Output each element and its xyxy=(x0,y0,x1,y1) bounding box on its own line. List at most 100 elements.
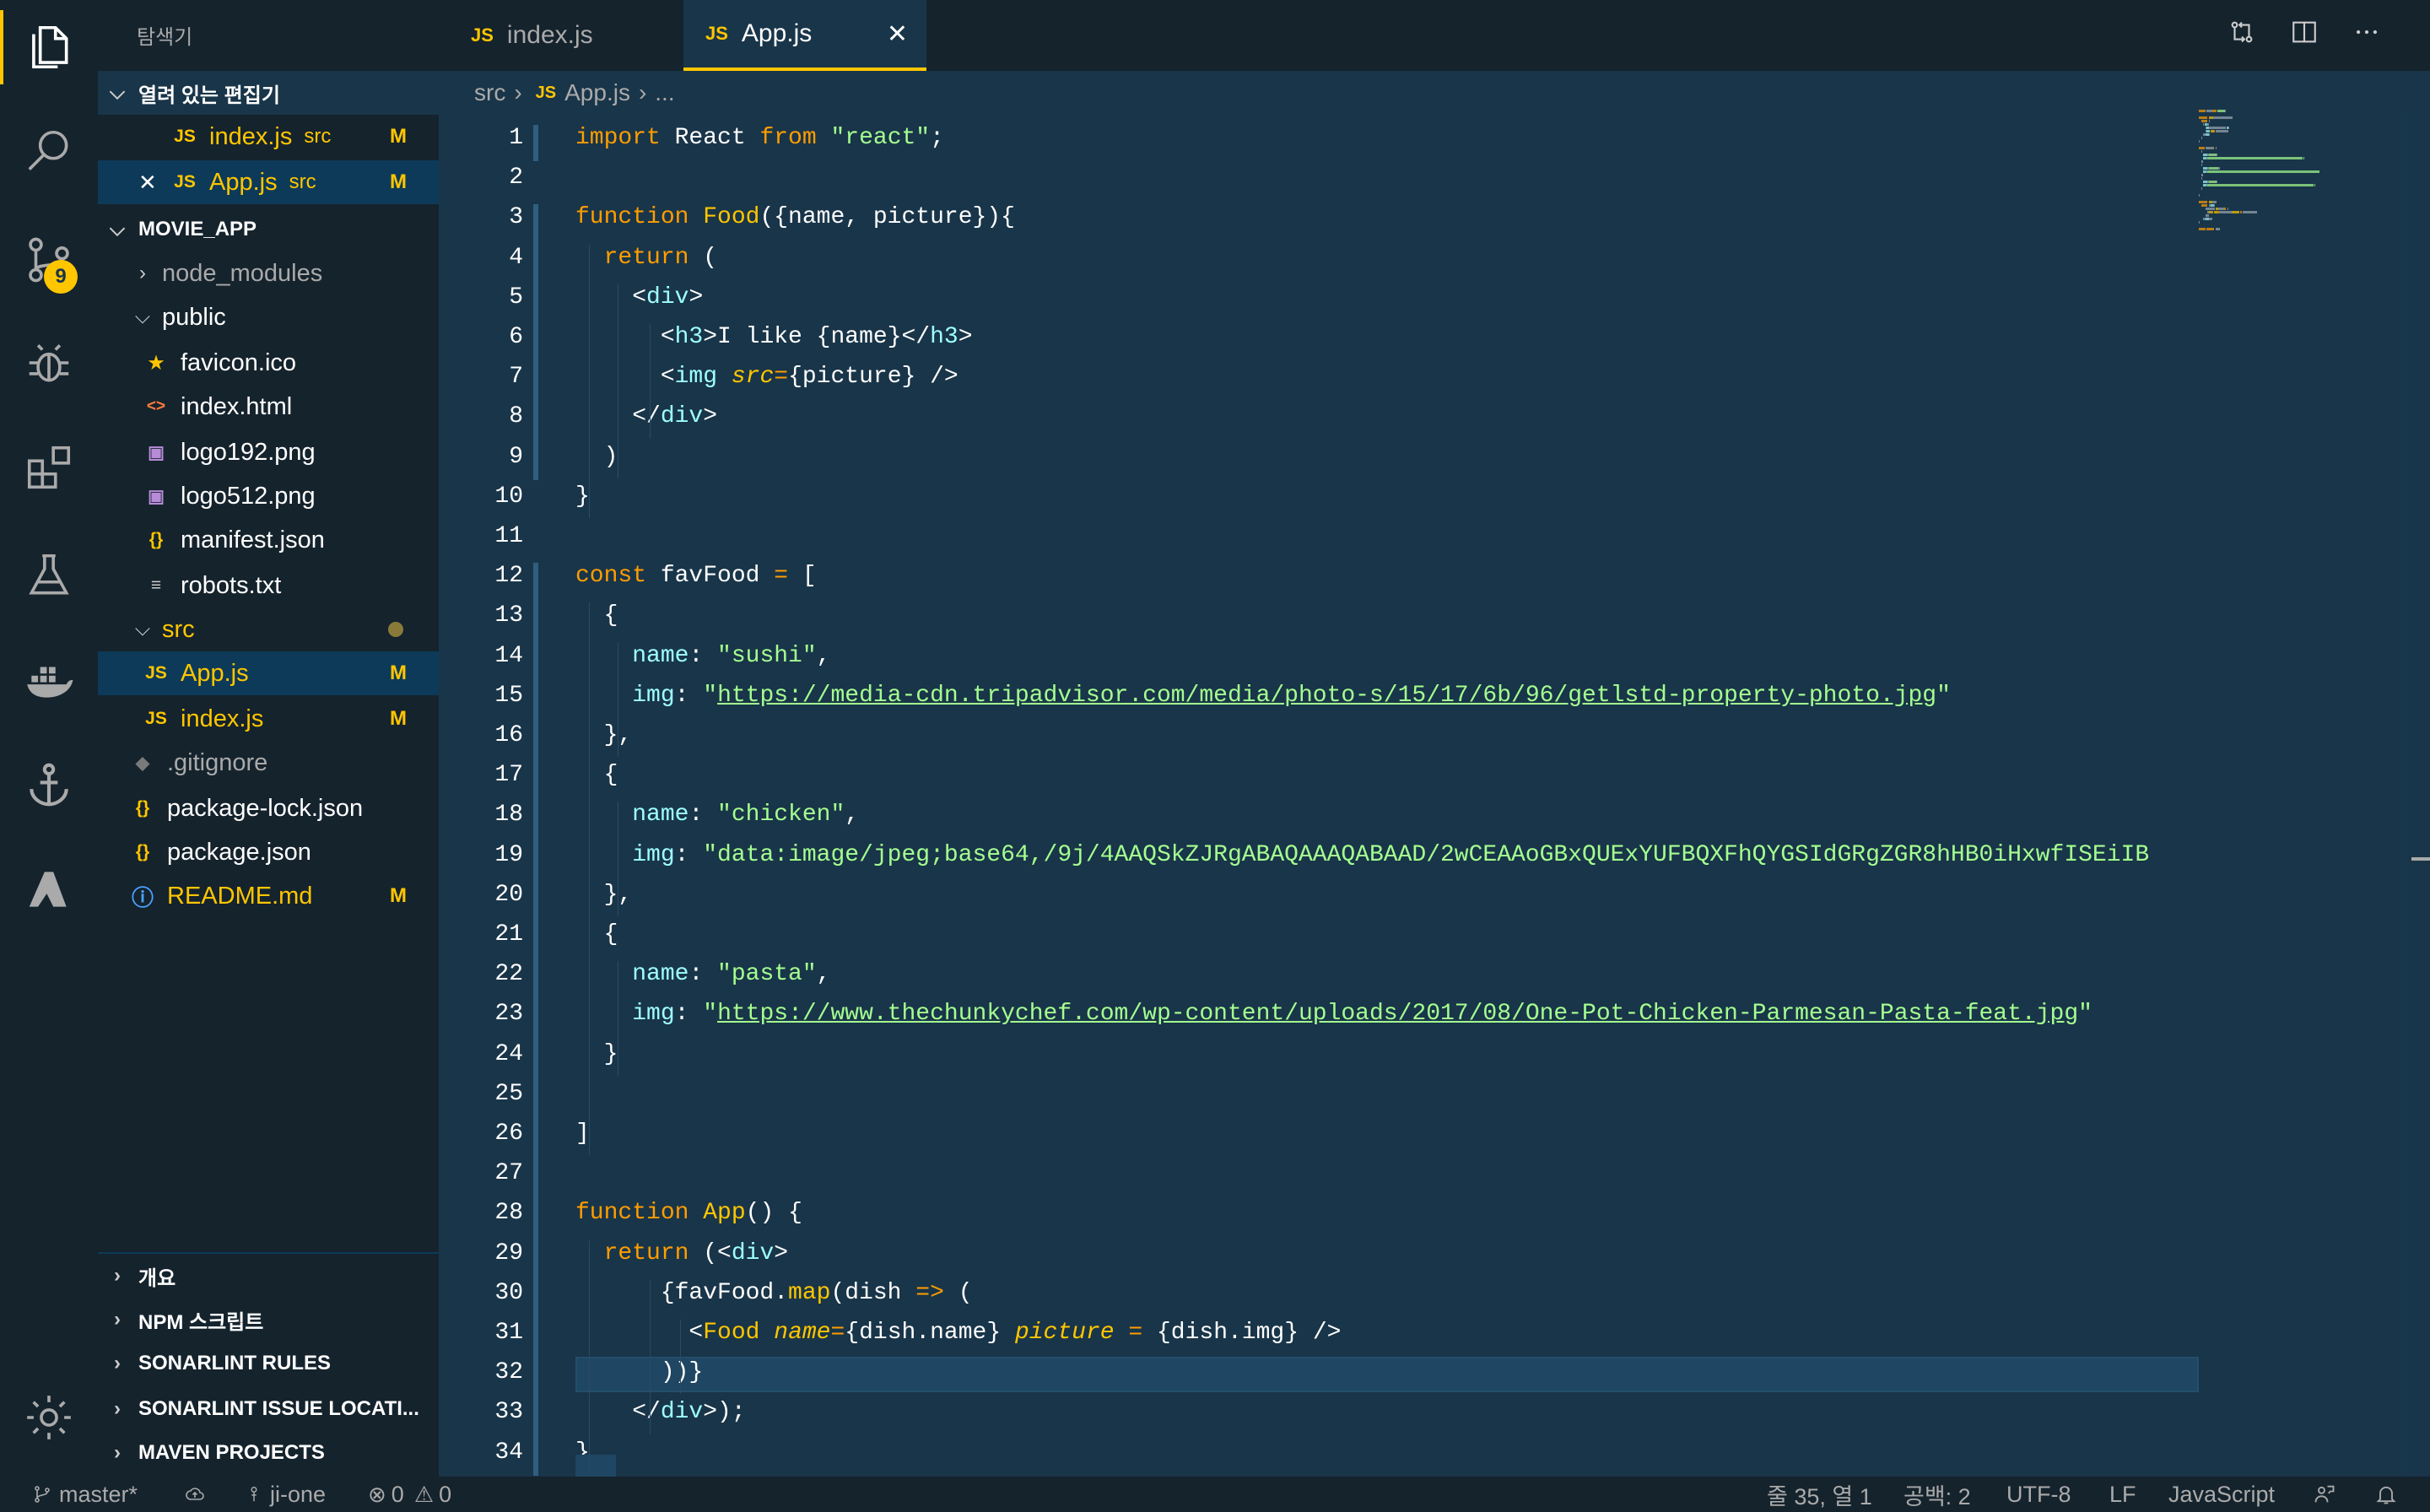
extensions-icon[interactable] xyxy=(0,425,98,510)
open-editor-index-js[interactable]: JS index.js src M xyxy=(98,115,439,159)
code-token: [ xyxy=(788,563,817,590)
code-token: > xyxy=(703,403,718,430)
code-token: = xyxy=(830,1320,845,1346)
notifications-icon[interactable] xyxy=(2374,1477,2405,1512)
minimap-stroke xyxy=(2243,211,2257,213)
explorer-icon[interactable] xyxy=(0,5,98,89)
code-token: div xyxy=(660,1399,704,1426)
more-actions-icon[interactable] xyxy=(2352,18,2381,53)
open-editors-header[interactable]: ⌵ 열려 있는 편집기 xyxy=(98,71,439,115)
tree-file-app-js[interactable]: JS App.js M xyxy=(98,651,439,695)
breadcrumb-folder[interactable]: src xyxy=(474,79,505,106)
minimap-stroke xyxy=(2208,120,2210,122)
tree-file-manifest[interactable]: {} manifest.json xyxy=(98,518,439,562)
anchor-icon[interactable] xyxy=(0,742,98,827)
section-outline[interactable]: › 개요 xyxy=(98,1252,439,1298)
code-token: : xyxy=(674,682,704,709)
minimap-stroke xyxy=(2199,147,2205,149)
code-token: { xyxy=(575,921,618,948)
code-token: < xyxy=(575,324,675,350)
gear-icon[interactable] xyxy=(0,1375,98,1460)
breadcrumb-symbol[interactable]: ... xyxy=(655,79,674,106)
section-label: 개요 xyxy=(138,1266,176,1290)
tree-file-robots[interactable]: ≡ robots.txt xyxy=(98,564,439,608)
code-token: : xyxy=(674,1001,704,1028)
code-token: } xyxy=(575,1040,618,1067)
encoding[interactable]: UTF-8 xyxy=(2006,1477,2071,1512)
code-line: ) xyxy=(575,444,618,470)
vertical-scrollbar[interactable] xyxy=(2404,115,2430,1477)
tree-file-package-json[interactable]: {} package.json xyxy=(98,830,439,874)
project-header[interactable]: ⌵ MOVIE_APP xyxy=(98,208,439,251)
horizontal-scrollbar-thumb[interactable] xyxy=(575,1455,616,1477)
chevron-down-icon: ⌵ xyxy=(109,218,126,240)
problems-item[interactable]: ⊗ 0 ⚠ 0 xyxy=(368,1477,451,1512)
indentation[interactable]: 공백: 2 xyxy=(1904,1477,1971,1512)
tree-file-index-js[interactable]: JS index.js M xyxy=(98,697,439,741)
tree-file-package-lock[interactable]: {} package-lock.json xyxy=(98,786,439,830)
close-icon[interactable]: ✕ xyxy=(138,170,164,196)
js-file-icon: JS xyxy=(535,83,557,102)
code-editor[interactable]: 1 2 3 4 5 6 7 8 9 10 11 12 13 14 15 16 17 18 19 20 21 22 23 24 2… xyxy=(439,115,2430,1477)
tab-index-js[interactable]: JS index.js xyxy=(439,0,683,71)
section-label: SONARLINT ISSUE LOCATI... xyxy=(138,1397,419,1420)
star-icon: ★ xyxy=(148,353,165,373)
tree-folder-public[interactable]: ⌵ public xyxy=(98,295,439,339)
minimap-stroke xyxy=(2200,150,2202,153)
minimap[interactable] xyxy=(2199,110,2401,236)
code-token: , xyxy=(816,642,831,669)
close-icon[interactable]: ✕ xyxy=(887,19,908,49)
sync-icon[interactable] xyxy=(182,1477,214,1512)
tree-folder-src[interactable]: ⌵ src xyxy=(98,608,439,651)
code-line: {favFood.map(dish => ( xyxy=(575,1280,973,1306)
code-line: function Food({name, picture}){ xyxy=(575,204,1015,230)
code-line: { xyxy=(575,762,618,788)
tree-folder-node-modules[interactable]: › node_modules xyxy=(98,251,439,295)
testing-icon[interactable] xyxy=(0,533,98,618)
section-sonarlint-issues[interactable]: › SONARLINT ISSUE LOCATI... xyxy=(98,1387,439,1431)
code-token: src xyxy=(731,364,775,391)
code-line: { xyxy=(575,921,618,948)
open-editor-app-js[interactable]: ✕ JS App.js src M xyxy=(98,160,439,204)
compare-changes-icon[interactable] xyxy=(2228,18,2256,53)
code-token: {favFood. xyxy=(575,1279,789,1306)
debug-icon[interactable] xyxy=(0,321,98,405)
diff-indicator xyxy=(533,125,538,162)
code-line: }, xyxy=(575,882,633,908)
code-token: ( xyxy=(688,244,718,271)
code-line: import React from "react"; xyxy=(575,125,944,151)
tree-file-logo192[interactable]: ▣ logo192.png xyxy=(98,430,439,474)
section-sonarlint-rules[interactable]: › SONARLINT RULES xyxy=(98,1342,439,1385)
docker-icon[interactable] xyxy=(0,638,98,722)
tree-file-gitignore[interactable]: ◆ .gitignore xyxy=(98,741,439,785)
section-maven-projects[interactable]: › MAVEN PROJECTS xyxy=(98,1431,439,1475)
cursor-position[interactable]: 줄 35, 열 1 xyxy=(1767,1477,1872,1512)
feedback-icon[interactable] xyxy=(2312,1477,2344,1512)
azure-icon[interactable] xyxy=(0,847,98,932)
code-token: > xyxy=(958,324,973,350)
language-mode[interactable]: JavaScript xyxy=(2168,1477,2275,1512)
modified-dot xyxy=(388,622,403,637)
end-of-line[interactable]: LF xyxy=(2109,1477,2136,1512)
line-number: 13 xyxy=(494,602,523,629)
tree-file-logo512[interactable]: ▣ logo512.png xyxy=(98,474,439,518)
code-line: return ( xyxy=(575,245,717,271)
section-npm-scripts[interactable]: › NPM 스크립트 xyxy=(98,1298,439,1342)
minimap-stroke xyxy=(2212,147,2215,149)
breadcrumb-file[interactable]: App.js xyxy=(564,79,630,106)
tree-file-favicon[interactable]: ★ favicon.ico xyxy=(98,341,439,385)
user-item[interactable]: ji-one xyxy=(245,1477,326,1512)
tree-file-index-html[interactable]: <> index.html xyxy=(98,385,439,429)
code-line: img: "https://media-cdn.tripadvisor.com/… xyxy=(575,683,1951,709)
minimap-stroke xyxy=(2314,184,2315,186)
split-editor-icon[interactable] xyxy=(2290,18,2319,53)
error-icon: ⊗ xyxy=(368,1481,386,1507)
tab-app-js[interactable]: JS App.js ✕ xyxy=(683,0,926,71)
tree-file-readme[interactable]: ⓘ README.md M xyxy=(98,874,439,918)
git-status-badge: M xyxy=(390,662,407,684)
git-branch-item[interactable]: master* xyxy=(32,1477,138,1512)
search-icon[interactable] xyxy=(0,110,98,194)
